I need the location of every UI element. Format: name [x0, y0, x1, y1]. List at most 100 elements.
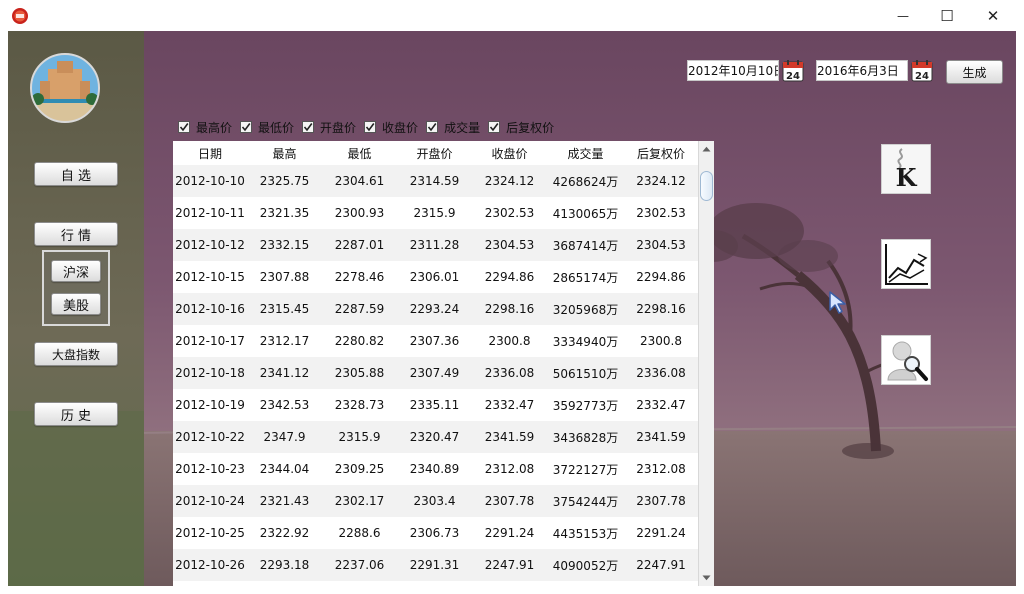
table-cell: 2298.16 [624, 293, 698, 325]
table-cell: 3592773万 [547, 389, 624, 421]
checkbox-box[interactable] [364, 121, 377, 133]
title-bar: — ☐ ✕ [0, 0, 1024, 31]
table-cell: 2325.75 [247, 165, 322, 197]
table-cell: 4090052万 [547, 549, 624, 581]
table-row[interactable]: 2012-10-15 2307.88 2278.46 2306.01 2294.86 28… [173, 261, 698, 293]
table-row[interactable]: 2012-10-11 2321.35 2300.93 2315.9 2302.53 413… [173, 197, 698, 229]
checkbox-box[interactable] [240, 121, 253, 133]
table-scrollbar[interactable] [698, 141, 714, 586]
table-row[interactable]: 2012-10-26 2293.18 2237.06 2291.31 2247.91 40… [173, 549, 698, 581]
table-cell: 2865174万 [547, 261, 624, 293]
mouse-cursor-icon [829, 291, 846, 314]
table-row[interactable]: 2012-10-25 2322.92 2288.6 2306.73 2291.24 443… [173, 517, 698, 549]
checkbox-box[interactable] [426, 121, 439, 133]
table-cell: 2324.12 [624, 165, 698, 197]
market-index-button[interactable]: 大盘指数 [34, 342, 118, 366]
table-cell: 2309.25 [322, 453, 397, 485]
table-cell: 2758132万 [547, 581, 624, 586]
column-header[interactable]: 开盘价 [397, 141, 472, 165]
table-cell: 2321.35 [247, 197, 322, 229]
table-row[interactable]: 2012-10-19 2342.53 2328.73 2335.11 2332.47 35… [173, 389, 698, 421]
checkbox-label: 收盘价 [382, 120, 419, 135]
table-row[interactable]: 2012-10-16 2315.45 2287.59 2293.24 2298.16 32… [173, 293, 698, 325]
column-header[interactable]: 最低 [322, 141, 397, 165]
table-cell: 2347.9 [247, 421, 322, 453]
table-cell: 2012-10-19 [173, 389, 247, 421]
table-cell: 2287.59 [322, 293, 397, 325]
checkbox-box[interactable] [488, 121, 501, 133]
table-cell: 2241.8 [397, 581, 472, 586]
watchlist-button[interactable]: 自 选 [34, 162, 118, 186]
table-cell: 2012-10-18 [173, 357, 247, 389]
k-line-chart-button[interactable]: K [881, 144, 931, 194]
table-row[interactable]: 2012-10-18 2341.12 2305.88 2307.49 2336.08 50… [173, 357, 698, 389]
table-cell: 2294.86 [472, 261, 547, 293]
table-cell: 2311.28 [397, 229, 472, 261]
table-cell: 2012-10-11 [173, 197, 247, 229]
market-button[interactable]: 行 情 [34, 222, 118, 246]
checkbox-box[interactable] [178, 121, 190, 133]
scroll-thumb[interactable] [700, 171, 713, 201]
table-cell: 2312.17 [247, 325, 322, 357]
scroll-down-arrow[interactable] [699, 570, 714, 586]
checkbox-1[interactable]: 最低价 [240, 119, 294, 136]
table-cell: 2332.47 [624, 389, 698, 421]
minimize-icon: — [897, 8, 909, 23]
table-cell: 2287.01 [322, 229, 397, 261]
table-cell: 2315.9 [322, 421, 397, 453]
generate-button[interactable]: 生成 [946, 60, 1003, 84]
search-analysis-button[interactable] [881, 335, 931, 385]
end-calendar-icon[interactable]: 24 [911, 59, 933, 82]
column-header[interactable]: 最高 [247, 141, 322, 165]
end-date-field[interactable]: 2016年6月3日 [816, 60, 908, 81]
checkbox-label: 成交量 [444, 120, 481, 135]
column-header[interactable]: 收盘价 [472, 141, 547, 165]
column-header[interactable]: 后复权价 [624, 141, 698, 165]
checkbox-label: 最低价 [258, 120, 295, 135]
start-date-field[interactable]: 2012年10月10日 [687, 60, 779, 81]
avatar [30, 53, 100, 123]
checkbox-5[interactable]: 后复权价 [488, 119, 554, 136]
scroll-up-arrow[interactable] [699, 141, 714, 157]
table-row[interactable]: 2012-10-24 2321.43 2302.17 2303.4 2307.78 375… [173, 485, 698, 517]
line-chart-icon [882, 240, 930, 288]
us-stocks-button[interactable]: 美股 [51, 293, 101, 315]
table-cell: 2304.53 [472, 229, 547, 261]
column-header[interactable]: 成交量 [547, 141, 624, 165]
table-cell: 2235.85 [624, 581, 698, 586]
table-cell: 2012-10-12 [173, 229, 247, 261]
main-window: 自 选 行 情 沪深 美股 大盘指数 历 史 2012年10月10日 24 20… [8, 31, 1016, 586]
shanghai-shenzhen-button[interactable]: 沪深 [51, 260, 101, 282]
table-cell: 2303.4 [397, 485, 472, 517]
table-row[interactable]: 2012-10-22 2347.9 2315.9 2320.47 2341.59 3436… [173, 421, 698, 453]
table-row[interactable]: 2012-10-12 2332.15 2287.01 2311.28 2304.53 36… [173, 229, 698, 261]
table-body: 2012-10-10 2325.75 2304.61 2314.59 2324.12 42… [173, 165, 698, 586]
checkbox-4[interactable]: 成交量 [426, 119, 480, 136]
table-cell: 2302.53 [624, 197, 698, 229]
close-button[interactable]: ✕ [970, 0, 1016, 31]
table-cell: 2304.53 [624, 229, 698, 261]
table-row[interactable]: 2012-10-10 2325.75 2304.61 2314.59 2324.12 42… [173, 165, 698, 197]
table-row[interactable]: 2012-10-17 2312.17 2280.82 2307.36 2300.8 333… [173, 325, 698, 357]
table-cell: 2248.14 [247, 581, 322, 586]
table-cell: 4130065万 [547, 197, 624, 229]
checkbox-2[interactable]: 开盘价 [302, 119, 356, 136]
table-cell: 2293.18 [247, 549, 322, 581]
table-cell: 2306.73 [397, 517, 472, 549]
minimize-button[interactable]: — [880, 0, 926, 31]
table-row[interactable]: 2012-10-23 2344.04 2309.25 2340.89 2312.08 37… [173, 453, 698, 485]
checkbox-0[interactable]: 最高价 [178, 119, 232, 136]
start-calendar-icon[interactable]: 24 [782, 59, 804, 82]
table-cell: 2012-10-16 [173, 293, 247, 325]
trend-chart-button[interactable] [881, 239, 931, 289]
table-cell: 2341.59 [472, 421, 547, 453]
table-cell: 2288.6 [322, 517, 397, 549]
column-header[interactable]: 日期 [173, 141, 247, 165]
table-cell: 2315.9 [397, 197, 472, 229]
history-button[interactable]: 历 史 [34, 402, 118, 426]
table-row[interactable]: 2012-10-292248.142227.652241.82235.85275… [173, 581, 698, 586]
checkbox-3[interactable]: 收盘价 [364, 119, 418, 136]
maximize-button[interactable]: ☐ [924, 0, 970, 31]
checkbox-label: 最高价 [196, 120, 233, 135]
checkbox-box[interactable] [302, 121, 315, 133]
